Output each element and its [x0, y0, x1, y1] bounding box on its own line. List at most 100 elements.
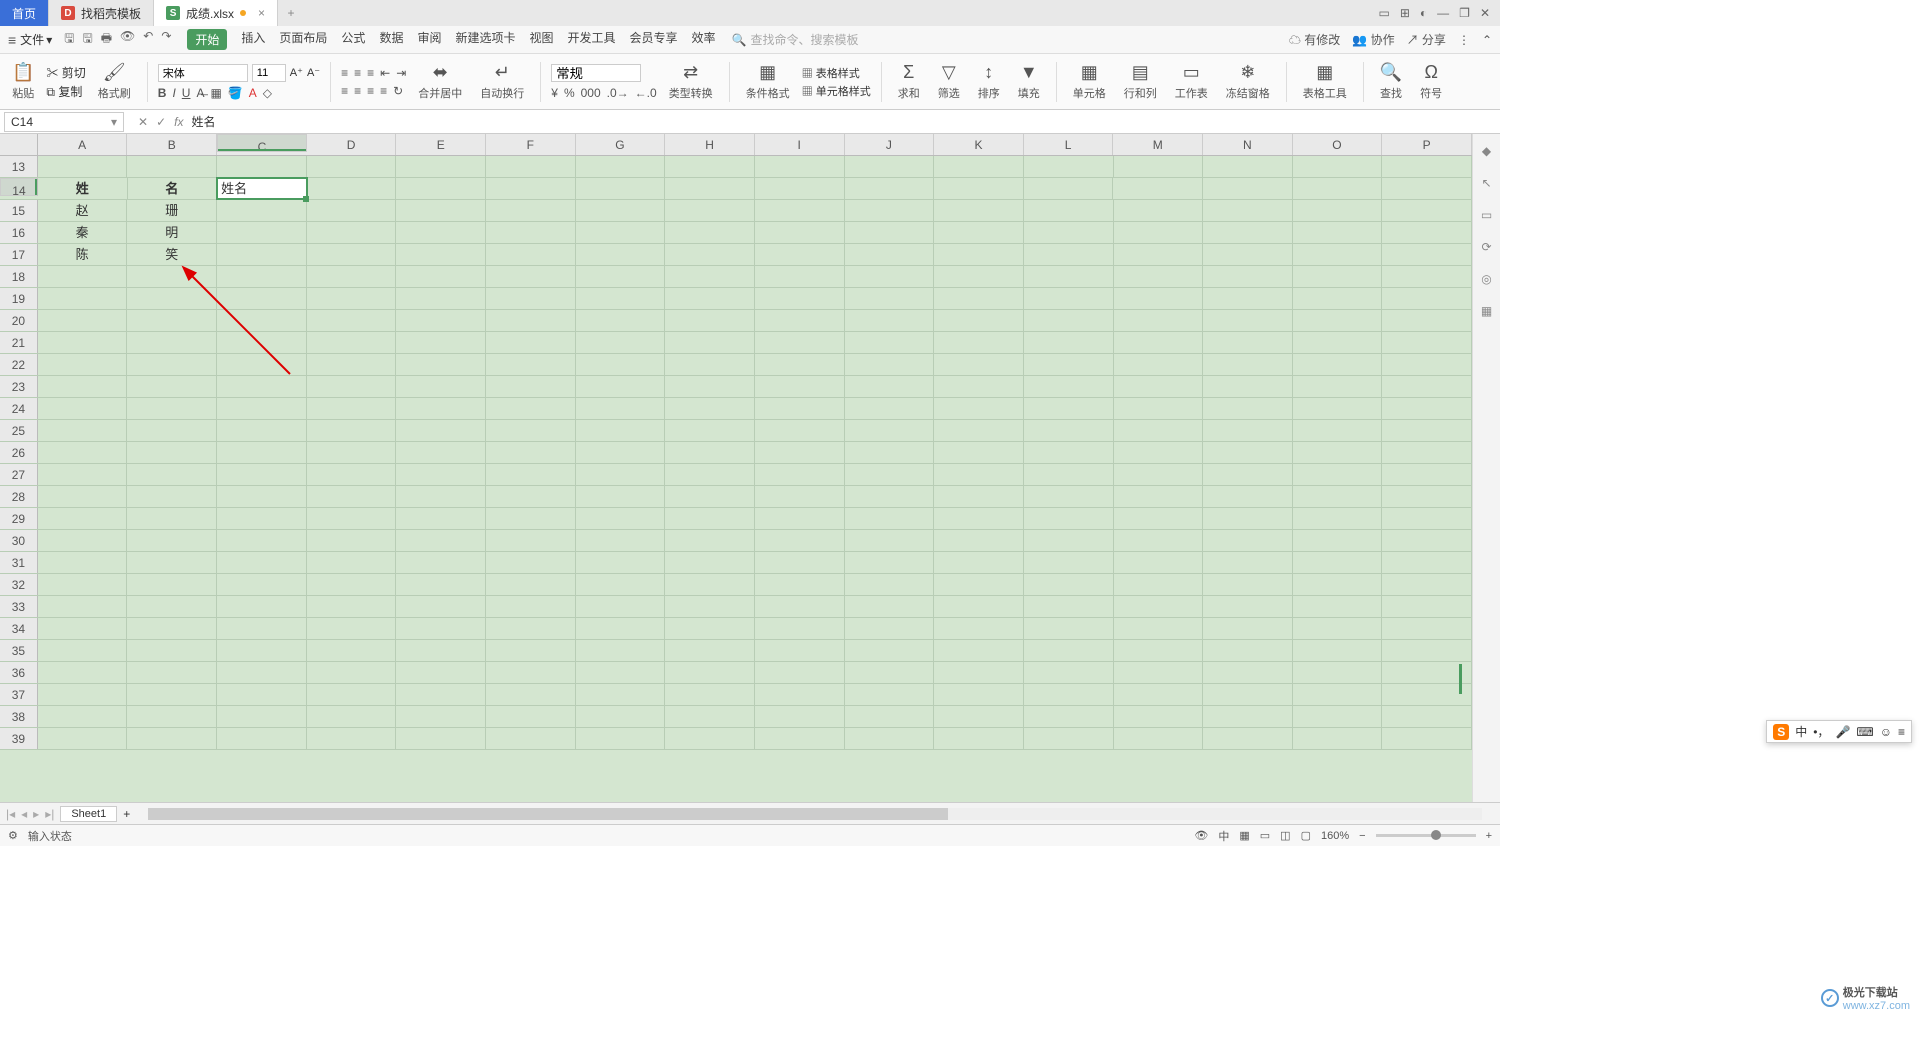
cell-D23[interactable]: [307, 376, 397, 397]
collapse-ribbon-icon[interactable]: ⌃: [1482, 33, 1492, 47]
cell-K17[interactable]: [934, 244, 1024, 265]
cell-N31[interactable]: [1203, 552, 1293, 573]
col-header-F[interactable]: F: [486, 134, 576, 155]
cell-K18[interactable]: [934, 266, 1024, 287]
sum-button[interactable]: Σ求和: [892, 54, 926, 109]
cell-G34[interactable]: [576, 618, 666, 639]
cell-I33[interactable]: [755, 596, 845, 617]
cell-A18[interactable]: [38, 266, 128, 287]
row-header[interactable]: 36: [0, 662, 38, 683]
cell-C13[interactable]: [217, 156, 307, 177]
cell-E22[interactable]: [396, 354, 486, 375]
cell-P35[interactable]: [1382, 640, 1472, 661]
tab-review[interactable]: 审阅: [417, 29, 441, 50]
cell-E29[interactable]: [396, 508, 486, 529]
ime-lang[interactable]: 中: [1795, 723, 1807, 740]
cell-F32[interactable]: [486, 574, 576, 595]
close-window-icon[interactable]: ✕: [1480, 6, 1490, 20]
cell-A30[interactable]: [38, 530, 128, 551]
cell-F33[interactable]: [486, 596, 576, 617]
cell-A21[interactable]: [38, 332, 128, 353]
tab-formula[interactable]: 公式: [341, 29, 365, 50]
cell-C39[interactable]: [217, 728, 307, 749]
cell-J16[interactable]: [845, 222, 935, 243]
cell-K15[interactable]: [934, 200, 1024, 221]
sidepanel-item[interactable]: ⟳: [1481, 240, 1491, 254]
cell-B39[interactable]: [127, 728, 217, 749]
spreadsheet-grid[interactable]: ABCDEFGHIJKLMNOP 1314姓名姓名15赵珊16秦明17陈笑181…: [0, 134, 1472, 802]
cell-D31[interactable]: [307, 552, 397, 573]
cell-O18[interactable]: [1293, 266, 1383, 287]
col-header-A[interactable]: A: [38, 134, 128, 155]
cell-F31[interactable]: [486, 552, 576, 573]
cell-F16[interactable]: [486, 222, 576, 243]
cell-P20[interactable]: [1382, 310, 1472, 331]
col-header-E[interactable]: E: [396, 134, 486, 155]
cell-J31[interactable]: [845, 552, 935, 573]
close-tab-icon[interactable]: ×: [258, 6, 265, 20]
cell-E23[interactable]: [396, 376, 486, 397]
cell-I16[interactable]: [755, 222, 845, 243]
cell-N30[interactable]: [1203, 530, 1293, 551]
cancel-formula-icon[interactable]: ✕: [138, 115, 148, 129]
cell-L38[interactable]: [1024, 706, 1114, 727]
align-top-icon[interactable]: ≡: [341, 66, 348, 80]
col-header-G[interactable]: G: [576, 134, 666, 155]
cell-E26[interactable]: [396, 442, 486, 463]
ime-menu-icon[interactable]: ≡: [1898, 725, 1905, 739]
skin-icon[interactable]: ◐: [1420, 6, 1427, 20]
cell-H22[interactable]: [665, 354, 755, 375]
cell-H20[interactable]: [665, 310, 755, 331]
cell-P33[interactable]: [1382, 596, 1472, 617]
cond-fmt-button[interactable]: ▦条件格式: [740, 54, 796, 109]
cell-H38[interactable]: [665, 706, 755, 727]
cell-D14[interactable]: [307, 178, 397, 199]
cell-M25[interactable]: [1114, 420, 1204, 441]
cell-I18[interactable]: [755, 266, 845, 287]
cell-H33[interactable]: [665, 596, 755, 617]
cell-N13[interactable]: [1203, 156, 1293, 177]
cell-E17[interactable]: [396, 244, 486, 265]
col-header-N[interactable]: N: [1203, 134, 1293, 155]
align-center-icon[interactable]: ≡: [354, 84, 361, 98]
cell-I38[interactable]: [755, 706, 845, 727]
cell-I24[interactable]: [755, 398, 845, 419]
ime-keyboard-icon[interactable]: ⌨: [1856, 725, 1873, 739]
highlight-button[interactable]: ◇: [263, 86, 272, 100]
cell-E16[interactable]: [396, 222, 486, 243]
orient-icon[interactable]: ↻: [393, 84, 403, 98]
cell-B32[interactable]: [127, 574, 217, 595]
cell-B21[interactable]: [127, 332, 217, 353]
cell-I23[interactable]: [755, 376, 845, 397]
cell-A23[interactable]: [38, 376, 128, 397]
cell-A20[interactable]: [38, 310, 128, 331]
cell-P25[interactable]: [1382, 420, 1472, 441]
cell-B19[interactable]: [127, 288, 217, 309]
fx-icon[interactable]: fx: [174, 115, 183, 129]
cell-C19[interactable]: [217, 288, 307, 309]
cell-B20[interactable]: [127, 310, 217, 331]
cell-H30[interactable]: [665, 530, 755, 551]
view-split-icon[interactable]: ◫: [1280, 829, 1290, 842]
cell-K19[interactable]: [934, 288, 1024, 309]
cell-K34[interactable]: [934, 618, 1024, 639]
col-header-J[interactable]: J: [845, 134, 935, 155]
cell-K32[interactable]: [934, 574, 1024, 595]
tab-data[interactable]: 数据: [379, 29, 403, 50]
cell-C21[interactable]: [217, 332, 307, 353]
cell-J19[interactable]: [845, 288, 935, 309]
symbol-button[interactable]: Ω符号: [1414, 54, 1448, 109]
cell-G18[interactable]: [576, 266, 666, 287]
cell-C29[interactable]: [217, 508, 307, 529]
cell-D16[interactable]: [307, 222, 397, 243]
cell-M33[interactable]: [1114, 596, 1204, 617]
sheet-last-icon[interactable]: ▸|: [45, 807, 54, 821]
cell-O24[interactable]: [1293, 398, 1383, 419]
cell-A35[interactable]: [38, 640, 128, 661]
cell-L16[interactable]: [1024, 222, 1114, 243]
cell-J26[interactable]: [845, 442, 935, 463]
cell-H26[interactable]: [665, 442, 755, 463]
cell-C18[interactable]: [217, 266, 307, 287]
row-header[interactable]: 38: [0, 706, 38, 727]
cell-G32[interactable]: [576, 574, 666, 595]
